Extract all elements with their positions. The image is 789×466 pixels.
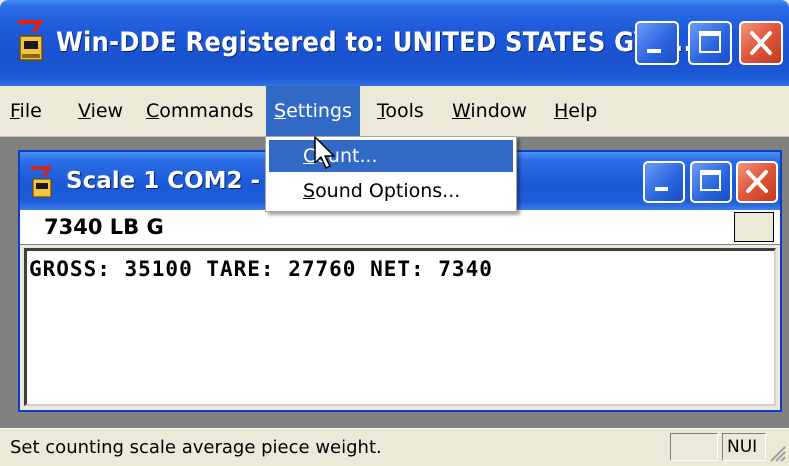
minimize-icon [647, 49, 661, 53]
weight-display: 7340 LB G [44, 215, 164, 239]
menu-bar: File View Commands Settings Tools Window… [0, 86, 789, 137]
child-minimize-button[interactable] [643, 161, 685, 203]
menu-view[interactable]: View [70, 86, 131, 136]
menu-file[interactable]: File [2, 86, 50, 136]
status-bar: Set counting scale average piece weight.… [0, 428, 789, 466]
child-app-icon [31, 166, 53, 198]
menu-settings[interactable]: Settings [266, 86, 360, 136]
close-icon [750, 31, 772, 55]
maximize-icon [699, 31, 721, 53]
status-indicator: NUI [722, 433, 766, 461]
minimize-button[interactable] [635, 21, 679, 65]
title-bar[interactable]: Win-DDE Registered to: UNITED STATES GYP… [0, 0, 789, 86]
mouse-pointer-icon [314, 136, 335, 169]
weight-indicator-box [734, 212, 774, 242]
menu-item-count[interactable]: Count... [269, 140, 513, 172]
menu-item-sound-options[interactable]: Sound Options... [269, 175, 513, 207]
status-pane-empty [670, 433, 718, 461]
scale-data-line: GROSS: 35100 TARE: 27760 NET: 7340 [29, 257, 493, 281]
minimize-icon [655, 187, 668, 191]
app-icon [18, 20, 44, 61]
size-grip-icon[interactable] [765, 441, 787, 463]
child-maximize-button[interactable] [690, 161, 732, 203]
menu-help[interactable]: Help [546, 86, 605, 136]
menu-window[interactable]: Window [444, 86, 535, 136]
status-message: Set counting scale average piece weight. [10, 437, 382, 458]
weight-display-row: 7340 LB G [20, 210, 780, 245]
maximize-button[interactable] [688, 21, 732, 65]
menu-commands[interactable]: Commands [138, 86, 262, 136]
window-title: Win-DDE Registered to: UNITED STATES GYP… [56, 27, 693, 58]
scale-data-area[interactable]: GROSS: 35100 TARE: 27760 NET: 7340 [24, 248, 776, 406]
menu-tools[interactable]: Tools [369, 86, 432, 136]
settings-dropdown-menu: Count... Sound Options... [265, 136, 517, 212]
maximize-icon [700, 170, 721, 191]
close-button[interactable] [739, 21, 783, 65]
child-window-title: Scale 1 COM2 - [66, 168, 261, 194]
close-icon [746, 170, 768, 193]
child-close-button[interactable] [736, 161, 778, 203]
